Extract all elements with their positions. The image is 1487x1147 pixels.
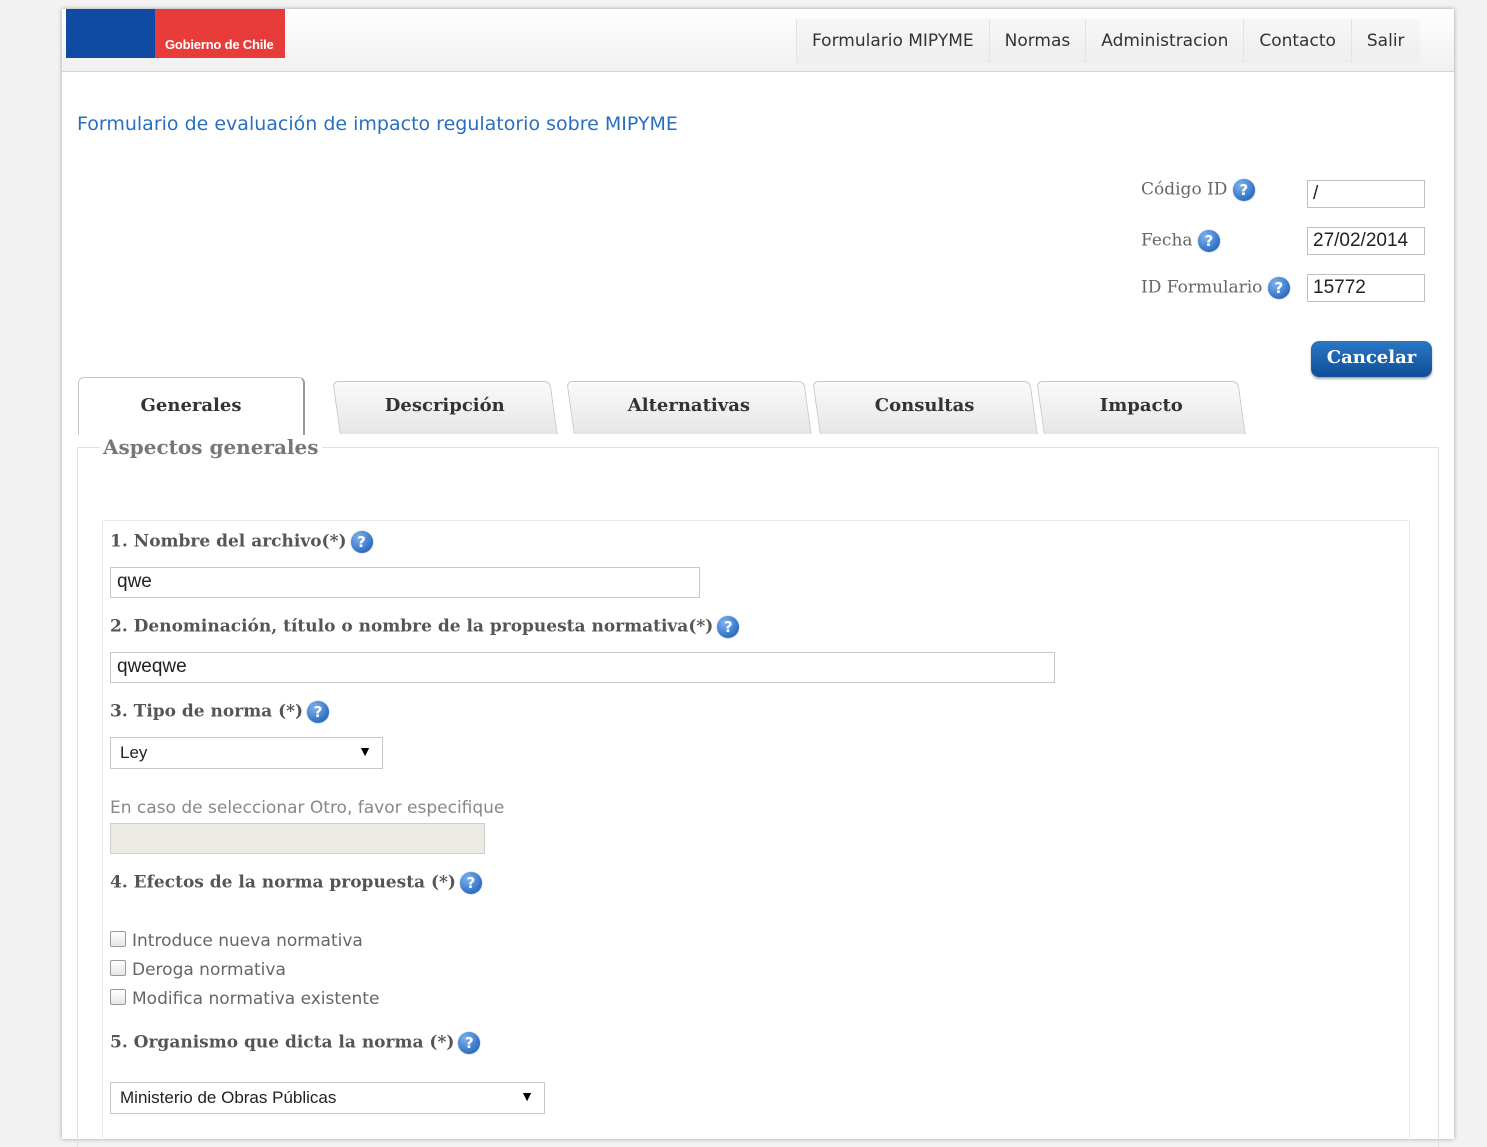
option-deroga[interactable]: Deroga normativa <box>110 960 286 980</box>
nav-formulario-mipyme[interactable]: Formulario MIPYME <box>796 19 989 63</box>
option-label: Modifica normativa existente <box>132 989 380 1009</box>
gobierno-logo[interactable]: Gobierno de Chile <box>66 9 285 58</box>
tab-label: Impacto <box>1099 395 1183 416</box>
tab-label: Descripción <box>384 395 505 416</box>
option-introduce-nueva[interactable]: Introduce nueva normativa <box>110 931 363 951</box>
fecha-label: Fecha ? <box>1141 230 1220 252</box>
fecha-label-text: Fecha <box>1141 230 1193 251</box>
tab-label: Alternativas <box>627 395 750 416</box>
otro-hint: En caso de seleccionar Otro, favor espec… <box>110 798 505 818</box>
help-icon[interactable]: ? <box>1197 230 1220 252</box>
q3-label: 3. Tipo de norma (*)? <box>110 701 330 723</box>
codigo-id-label-text: Código ID <box>1141 179 1228 200</box>
codigo-id-field[interactable]: / <box>1307 180 1425 208</box>
tipo-norma-select[interactable]: Ley ▼ <box>110 737 383 769</box>
q5-label: 5. Organismo que dicta la norma (*)? <box>110 1032 481 1054</box>
tab-label: Generales <box>140 395 242 416</box>
checkbox[interactable] <box>110 989 126 1005</box>
help-icon[interactable]: ? <box>1267 277 1290 299</box>
nav-contacto[interactable]: Contacto <box>1243 19 1351 63</box>
organismo-value: Ministerio de Obras Públicas <box>120 1088 337 1107</box>
nav-administracion[interactable]: Administracion <box>1085 19 1244 63</box>
help-icon[interactable]: ? <box>459 872 482 894</box>
nav-normas[interactable]: Normas <box>988 19 1086 63</box>
help-icon[interactable]: ? <box>717 616 740 638</box>
top-bar: Gobierno de Chile Formulario MIPYME Norm… <box>62 9 1454 72</box>
option-modifica[interactable]: Modifica normativa existente <box>110 989 379 1009</box>
section-title: Aspectos generales <box>100 435 322 459</box>
chevron-down-icon: ▼ <box>358 743 372 759</box>
help-icon[interactable]: ? <box>1232 179 1255 201</box>
q1-label-text: 1. Nombre del archivo(*) <box>110 531 347 552</box>
page-container: Gobierno de Chile Formulario MIPYME Norm… <box>62 9 1454 1147</box>
tab-alternativas[interactable]: Alternativas <box>566 381 812 434</box>
logo-blue-block <box>66 9 155 58</box>
option-label: Introduce nueva normativa <box>132 931 363 951</box>
otro-especifique-input[interactable] <box>110 823 485 854</box>
q4-label-text: 4. Efectos de la norma propuesta (*) <box>110 872 456 893</box>
tab-consultas[interactable]: Consultas <box>812 381 1038 434</box>
organismo-select[interactable]: Ministerio de Obras Públicas ▼ <box>110 1082 545 1114</box>
q5-label-text: 5. Organismo que dicta la norma (*) <box>110 1032 455 1053</box>
codigo-id-label: Código ID ? <box>1141 179 1255 201</box>
option-label: Deroga normativa <box>132 960 286 980</box>
q2-label-text: 2. Denominación, título o nombre de la p… <box>110 616 714 637</box>
form-tabs: Descripción Alternativas Consultas Impac… <box>78 377 1248 435</box>
help-icon[interactable]: ? <box>458 1032 481 1054</box>
tab-impacto[interactable]: Impacto <box>1036 381 1246 434</box>
main-nav: Formulario MIPYME Normas Administracion … <box>796 19 1420 63</box>
cancel-button[interactable]: Cancelar <box>1311 341 1432 377</box>
q2-label: 2. Denominación, título o nombre de la p… <box>110 616 740 638</box>
q1-label: 1. Nombre del archivo(*)? <box>110 531 373 553</box>
tipo-norma-value: Ley <box>120 743 148 762</box>
checkbox[interactable] <box>110 960 126 976</box>
logo-text: Gobierno de Chile <box>165 37 274 52</box>
q4-label: 4. Efectos de la norma propuesta (*)? <box>110 872 482 894</box>
help-icon[interactable]: ? <box>307 701 330 723</box>
help-icon[interactable]: ? <box>350 531 373 553</box>
fecha-field[interactable]: 27/02/2014 <box>1307 227 1425 255</box>
checkbox[interactable] <box>110 931 126 947</box>
id-formulario-field[interactable]: 15772 <box>1307 274 1425 302</box>
id-formulario-label-text: ID Formulario <box>1141 277 1263 298</box>
denominacion-input[interactable]: qweqwe <box>110 652 1055 683</box>
tab-generales[interactable]: Generales <box>78 377 305 435</box>
tab-descripcion[interactable]: Descripción <box>332 381 558 434</box>
id-formulario-label: ID Formulario ? <box>1141 277 1290 299</box>
nombre-archivo-input[interactable]: qwe <box>110 567 700 598</box>
q3-label-text: 3. Tipo de norma (*) <box>110 701 304 722</box>
chevron-down-icon: ▼ <box>520 1088 534 1104</box>
nav-salir[interactable]: Salir <box>1350 19 1420 63</box>
page-title: Formulario de evaluación de impacto regu… <box>77 113 678 135</box>
tab-label: Consultas <box>874 395 975 416</box>
